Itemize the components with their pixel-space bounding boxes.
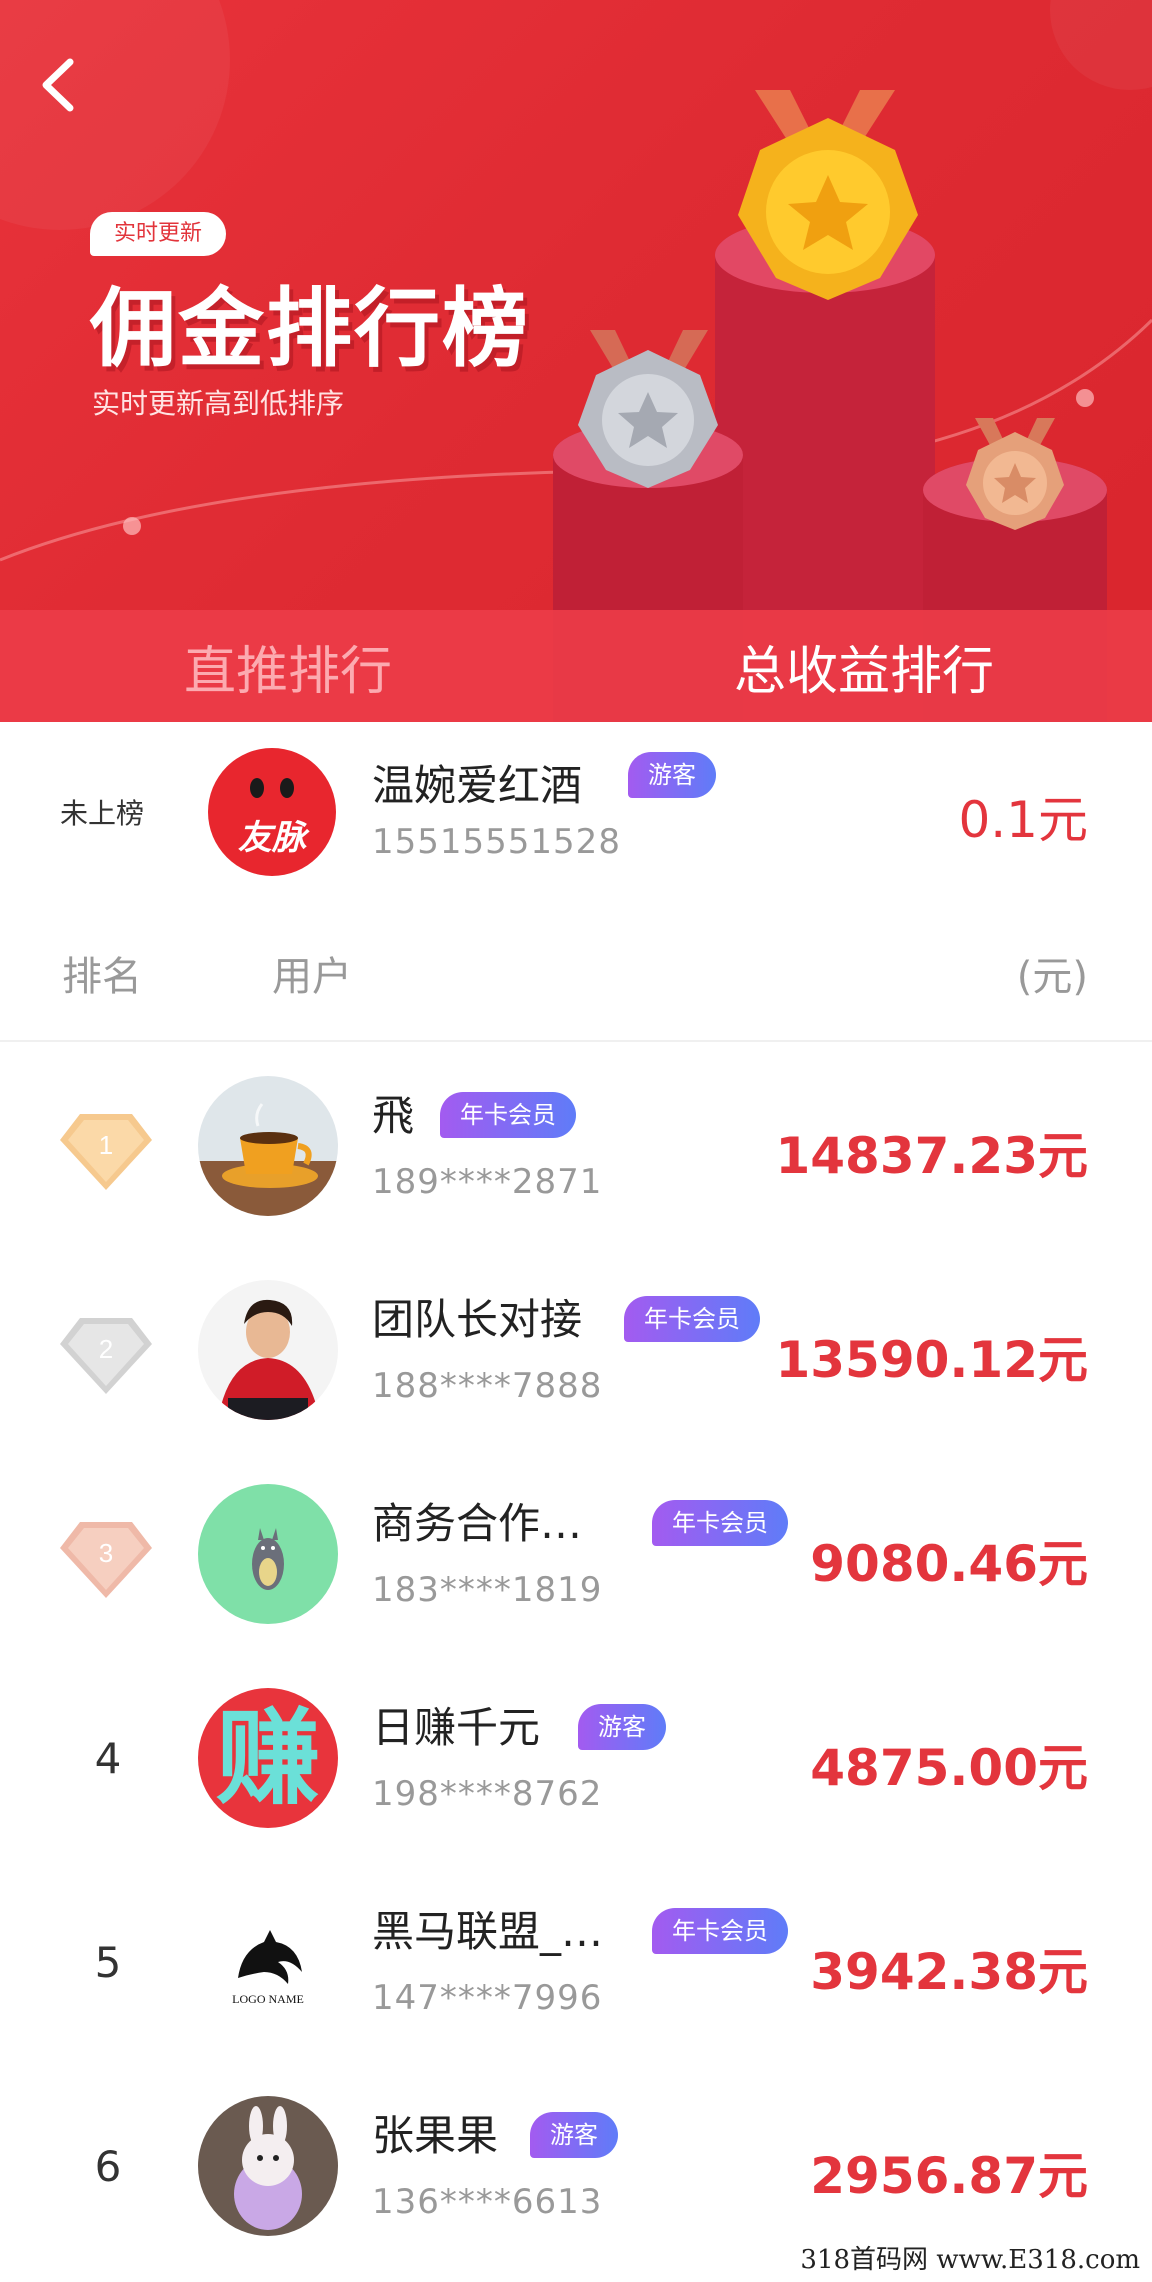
- phone: 188****7888: [372, 1366, 603, 1406]
- tab-direct-ranking[interactable]: 直推排行: [0, 610, 576, 722]
- silver-rank-icon: 2: [60, 1318, 152, 1394]
- rank-number: 4: [94, 1734, 122, 1783]
- watermark: 318首码网 www.E318.com: [796, 2237, 1144, 2278]
- my-rank-status: 未上榜: [60, 797, 145, 830]
- username: 黑马联盟_…: [372, 1907, 604, 1956]
- phone: 147****7996: [372, 1978, 603, 2018]
- column-user: 用户: [272, 954, 352, 1000]
- chevron-left-icon: [42, 58, 74, 112]
- avatar-logo-text: LOGO NAME: [232, 1992, 304, 2006]
- amount: 9080.46元: [810, 1535, 1088, 1593]
- member-badge: 游客: [530, 2112, 618, 2158]
- username: 商务合作…: [372, 1499, 583, 1548]
- username: 飛: [372, 1091, 415, 1140]
- amount: 3942.38元: [810, 1943, 1088, 2001]
- table-row[interactable]: 3 商务合作… 年卡会员 183****1819 9080.46元: [0, 1452, 1152, 1656]
- table-row[interactable]: 5 LOGO NAME 黑马联盟_… 年卡会员 147****7996 3942…: [0, 1860, 1152, 2064]
- phone: 183****1819: [372, 1570, 603, 1610]
- avatar: [198, 1076, 338, 1216]
- page-title: 佣金排行榜: [90, 279, 530, 379]
- avatar-text: 赚: [215, 1697, 320, 1819]
- table-row[interactable]: 2 团队长对接 年卡会员 188****7888 13590.12元: [0, 1248, 1152, 1452]
- avatar: [198, 1484, 338, 1624]
- live-update-badge: 实时更新: [90, 212, 227, 256]
- amount: 14837.23元: [775, 1127, 1088, 1185]
- member-badge: 年卡会员: [624, 1296, 760, 1342]
- page-subtitle: 实时更新高到低排序: [92, 387, 345, 420]
- avatar: 赚: [198, 1688, 338, 1828]
- member-badge: 年卡会员: [440, 1092, 576, 1138]
- avatar: 友脉: [208, 748, 336, 876]
- phone: 136****6613: [372, 2182, 603, 2222]
- avatar-logo-text: 友脉: [238, 818, 306, 858]
- tab-total-earnings-ranking[interactable]: 总收益排行: [576, 610, 1152, 722]
- rank-number: 5: [94, 1938, 122, 1987]
- ranking-tabs: 直推排行 总收益排行: [0, 610, 1152, 722]
- rank-number: 1: [99, 1130, 113, 1160]
- my-username: 温婉爱红酒: [372, 761, 583, 810]
- back-button[interactable]: [30, 50, 90, 120]
- username: 团队长对接: [372, 1295, 583, 1344]
- gold-rank-icon: 1: [60, 1114, 152, 1190]
- amount: 13590.12元: [775, 1331, 1088, 1389]
- table-row[interactable]: 1 飛 年卡会员 189****2871 14837.23元: [0, 1044, 1152, 1248]
- amount: 2956.87元: [810, 2147, 1088, 2205]
- avatar: [198, 1280, 338, 1420]
- member-badge: 游客: [578, 1704, 666, 1750]
- member-badge: 游客: [628, 752, 716, 798]
- rank-number: 2: [99, 1334, 113, 1364]
- my-amount: 0.1元: [958, 791, 1088, 849]
- avatar: LOGO NAME: [198, 1892, 338, 2032]
- amount: 4875.00元: [810, 1739, 1088, 1797]
- username: 张果果: [372, 2111, 499, 2160]
- rank-number: 6: [94, 2142, 122, 2191]
- member-badge: 年卡会员: [652, 1500, 788, 1546]
- eye-icon: [280, 778, 294, 798]
- avatar: [198, 2096, 338, 2236]
- table-row[interactable]: 4 赚 日赚千元 游客 198****8762 4875.00元: [0, 1656, 1152, 1860]
- eye-icon: [250, 778, 264, 798]
- my-phone: 15515551528: [372, 822, 621, 862]
- rank-number: 3: [99, 1538, 113, 1568]
- column-rank: 排名: [62, 954, 142, 1000]
- column-amount-unit: (元): [1016, 954, 1088, 1000]
- horse-logo-icon: [238, 1930, 302, 1984]
- my-ranking-row: 未上榜 友脉 温婉爱红酒 游客 15515551528 0.1元: [0, 722, 1152, 902]
- bronze-rank-icon: 3: [60, 1522, 152, 1598]
- phone: 189****2871: [372, 1162, 603, 1202]
- phone: 198****8762: [372, 1774, 603, 1814]
- username: 日赚千元: [372, 1703, 541, 1752]
- member-badge: 年卡会员: [652, 1908, 788, 1954]
- column-header: 排名 用户 (元): [0, 902, 1152, 1042]
